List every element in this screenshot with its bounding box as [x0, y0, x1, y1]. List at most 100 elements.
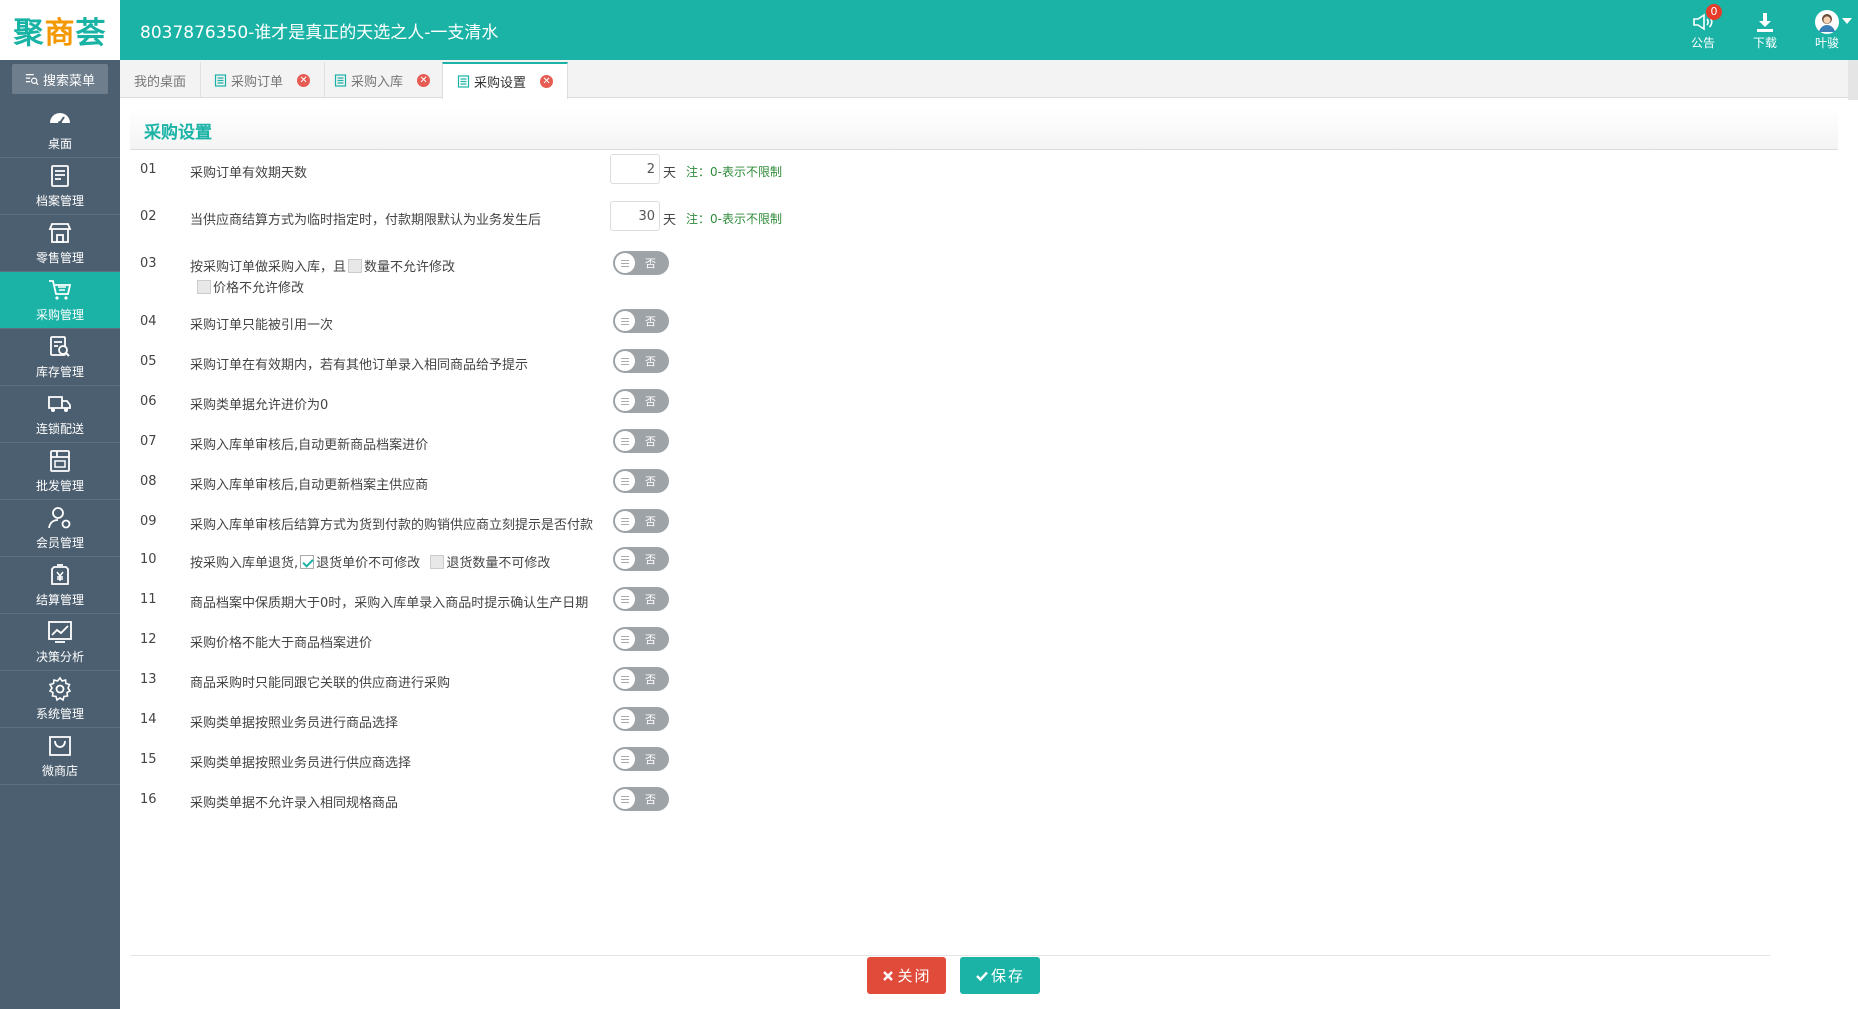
- sidebar-item-label: 采购管理: [35, 308, 84, 322]
- sidebar-item-3[interactable]: 采购管理: [0, 272, 120, 329]
- setting-toggle[interactable]: 否: [613, 509, 669, 533]
- bag-icon: [49, 736, 71, 756]
- setting-toggle[interactable]: 否: [613, 547, 669, 571]
- unit-label: 天: [663, 213, 677, 228]
- tab-purchase-inbound[interactable]: 采购入库 ✕: [320, 62, 446, 98]
- sidebar-item-2[interactable]: 零售管理: [0, 215, 120, 272]
- tab-purchase-order[interactable]: 采购订单 ✕: [200, 62, 326, 98]
- days-input[interactable]: [610, 154, 660, 184]
- setting-toggle[interactable]: 否: [613, 787, 669, 811]
- footer-divider: [130, 955, 1770, 956]
- setting-label: 采购类单据按照业务员进行供应商选择: [190, 756, 412, 771]
- user-menu[interactable]: 叶骏: [1796, 0, 1858, 60]
- setting-toggle[interactable]: 否: [613, 251, 669, 275]
- setting-toggle[interactable]: 否: [613, 747, 669, 771]
- setting-number: 08: [140, 474, 157, 489]
- archive-icon: [51, 165, 69, 187]
- sidebar-item-label: 系统管理: [35, 707, 84, 721]
- sidebar-item-label: 零售管理: [35, 251, 84, 265]
- sidebar-item-1[interactable]: 档案管理: [0, 158, 120, 215]
- checkbox-return-price[interactable]: [300, 555, 315, 569]
- close-icon[interactable]: ✕: [417, 73, 431, 87]
- setting-toggle[interactable]: 否: [613, 349, 669, 373]
- setting-number: 05: [140, 354, 157, 369]
- toggle-label: 否: [645, 435, 656, 448]
- close-icon: [883, 970, 894, 981]
- tab-purchase-settings[interactable]: 采购设置 ✕: [442, 62, 569, 99]
- setting-label: 当供应商结算方式为临时指定时，付款期限默认为业务发生后: [190, 213, 542, 228]
- app-logo[interactable]: 聚商荟: [0, 0, 120, 60]
- logo-text: 聚商荟: [13, 16, 107, 51]
- notice-button[interactable]: 0 公告: [1672, 0, 1734, 60]
- close-icon[interactable]: ✕: [540, 75, 554, 88]
- setting-row: 11 商品档案中保质期大于0时，采购入库单录入商品时提示确认生产日期 否: [130, 587, 1330, 614]
- search-menu-button[interactable]: 搜索菜单: [12, 64, 108, 94]
- sidebar-item-8[interactable]: 结算管理: [0, 557, 120, 614]
- checkbox-price[interactable]: [197, 280, 211, 294]
- setting-row: 04 采购订单只能被引用一次 否: [130, 309, 1330, 336]
- toggle-knob-icon: [615, 629, 635, 649]
- close-button[interactable]: 关闭: [867, 957, 946, 994]
- setting-label: 采购订单有效期天数: [190, 166, 308, 181]
- checkbox-qty[interactable]: [348, 259, 363, 273]
- setting-number: 02: [140, 209, 157, 224]
- save-button[interactable]: 保存: [960, 957, 1040, 994]
- sidebar-item-9[interactable]: 决策分析: [0, 614, 120, 671]
- sidebar: 搜索菜单 桌面 档案管理零售管理采购管理库存管理连锁配送批发管理会员管理 结算管理决…: [0, 60, 120, 1009]
- toggle-label: 否: [645, 793, 656, 806]
- setting-toggle[interactable]: 否: [613, 389, 669, 413]
- toggle-knob-icon: [615, 351, 635, 371]
- setting-row: 15 采购类单据按照业务员进行供应商选择 否: [130, 747, 1330, 774]
- setting-number: 16: [140, 792, 157, 807]
- avatar: [1815, 9, 1839, 34]
- sidebar-item-label: 批发管理: [35, 479, 84, 493]
- sidebar-item-label: 库存管理: [35, 365, 84, 379]
- setting-toggle[interactable]: 否: [613, 469, 669, 493]
- member-icon: [48, 507, 71, 529]
- setting-toggle[interactable]: 否: [613, 429, 669, 453]
- user-icon: [1819, 13, 1835, 32]
- tab-my-desktop[interactable]: 我的桌面: [120, 62, 202, 98]
- setting-row: 02 当供应商结算方式为临时指定时，付款期限默认为业务发生后 天注：0-表示不限制: [130, 201, 1330, 231]
- toggle-knob-icon: [615, 749, 635, 769]
- gear-icon: [48, 676, 72, 702]
- setting-number: 09: [140, 514, 157, 529]
- setting-row: 16 采购类单据不允许录入相同规格商品 否: [130, 787, 1330, 814]
- setting-toggle[interactable]: 否: [613, 309, 669, 333]
- chevron-down-icon: [1842, 18, 1852, 24]
- setting-toggle[interactable]: 否: [613, 627, 669, 651]
- setting-label-text: 按采购订单做采购入库，且: [190, 260, 347, 275]
- sidebar-item-5[interactable]: 连锁配送: [0, 386, 120, 443]
- close-icon[interactable]: ✕: [297, 73, 311, 87]
- sidebar-item-label: 微商店: [41, 764, 78, 778]
- setting-label: 按采购入库单退货, 退货单价不可修改 退货数量不可修改: [190, 552, 550, 571]
- toggle-knob-icon: [615, 669, 635, 689]
- checkbox-return-qty[interactable]: [430, 555, 445, 569]
- setting-label: 采购类单据按照业务员进行商品选择: [190, 716, 399, 731]
- setting-toggle[interactable]: 否: [613, 667, 669, 691]
- tab-scrollbar[interactable]: [1848, 60, 1858, 100]
- document-icon: [334, 73, 347, 87]
- setting-label: 采购类单据不允许录入相同规格商品: [190, 796, 399, 811]
- toggle-knob-icon: [615, 549, 635, 569]
- notice-label: 公告: [1690, 35, 1715, 50]
- checkbox-label: 价格不允许修改: [213, 281, 305, 296]
- sidebar-item-4[interactable]: 库存管理: [0, 329, 120, 386]
- tab-label: 采购设置: [474, 76, 527, 91]
- download-button[interactable]: 下载: [1734, 0, 1796, 60]
- setting-number: 01: [140, 162, 157, 177]
- sidebar-item-10[interactable]: 系统管理: [0, 671, 120, 728]
- tab-label: 采购订单: [231, 74, 284, 90]
- setting-number: 04: [140, 314, 157, 329]
- setting-toggle[interactable]: 否: [613, 587, 669, 611]
- sidebar-item-0[interactable]: 桌面: [0, 101, 120, 158]
- tab-label: 我的桌面: [134, 74, 187, 90]
- setting-sub-option: 价格不允许修改: [195, 277, 304, 296]
- sidebar-item-6[interactable]: 批发管理: [0, 443, 120, 500]
- setting-number: 15: [140, 752, 157, 767]
- toggle-knob-icon: [615, 431, 635, 451]
- sidebar-item-11[interactable]: 微商店: [0, 728, 120, 785]
- days-input[interactable]: [610, 201, 660, 231]
- setting-toggle[interactable]: 否: [613, 707, 669, 731]
- sidebar-item-7[interactable]: 会员管理: [0, 500, 120, 557]
